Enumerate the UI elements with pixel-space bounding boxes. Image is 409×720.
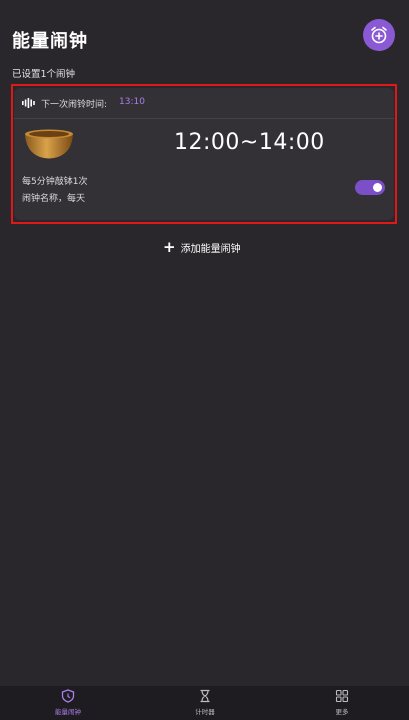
add-alarm-fab[interactable]: [363, 19, 395, 51]
shield-clock-icon: [61, 689, 75, 703]
page-title: 能量闹钟: [12, 31, 88, 52]
app-header: 能量闹钟 已设置1个闹钟: [0, 0, 409, 90]
alarm-clock-plus-icon: [371, 26, 387, 44]
alarm-count-text: 已设置1个闹钟: [12, 69, 76, 80]
grid-icon: [335, 689, 349, 703]
nav-label-energy-alarm: 能量闹钟: [55, 708, 81, 716]
plus-icon: +: [163, 238, 176, 256]
add-alarm-button[interactable]: + 添加能量闹钟: [163, 239, 241, 255]
nav-label-more: 更多: [335, 708, 349, 716]
add-alarm-label: 添加能量闹钟: [180, 243, 241, 255]
nav-item-more[interactable]: 更多: [312, 689, 372, 719]
highlight-frame: [11, 84, 397, 224]
nav-label-timer: 计时器: [195, 708, 215, 716]
bottom-nav: 能量闹钟 计时器 更多: [0, 686, 409, 720]
hourglass-icon: [200, 689, 210, 703]
nav-item-timer[interactable]: 计时器: [175, 689, 235, 719]
nav-item-energy-alarm[interactable]: 能量闹钟: [38, 689, 98, 719]
